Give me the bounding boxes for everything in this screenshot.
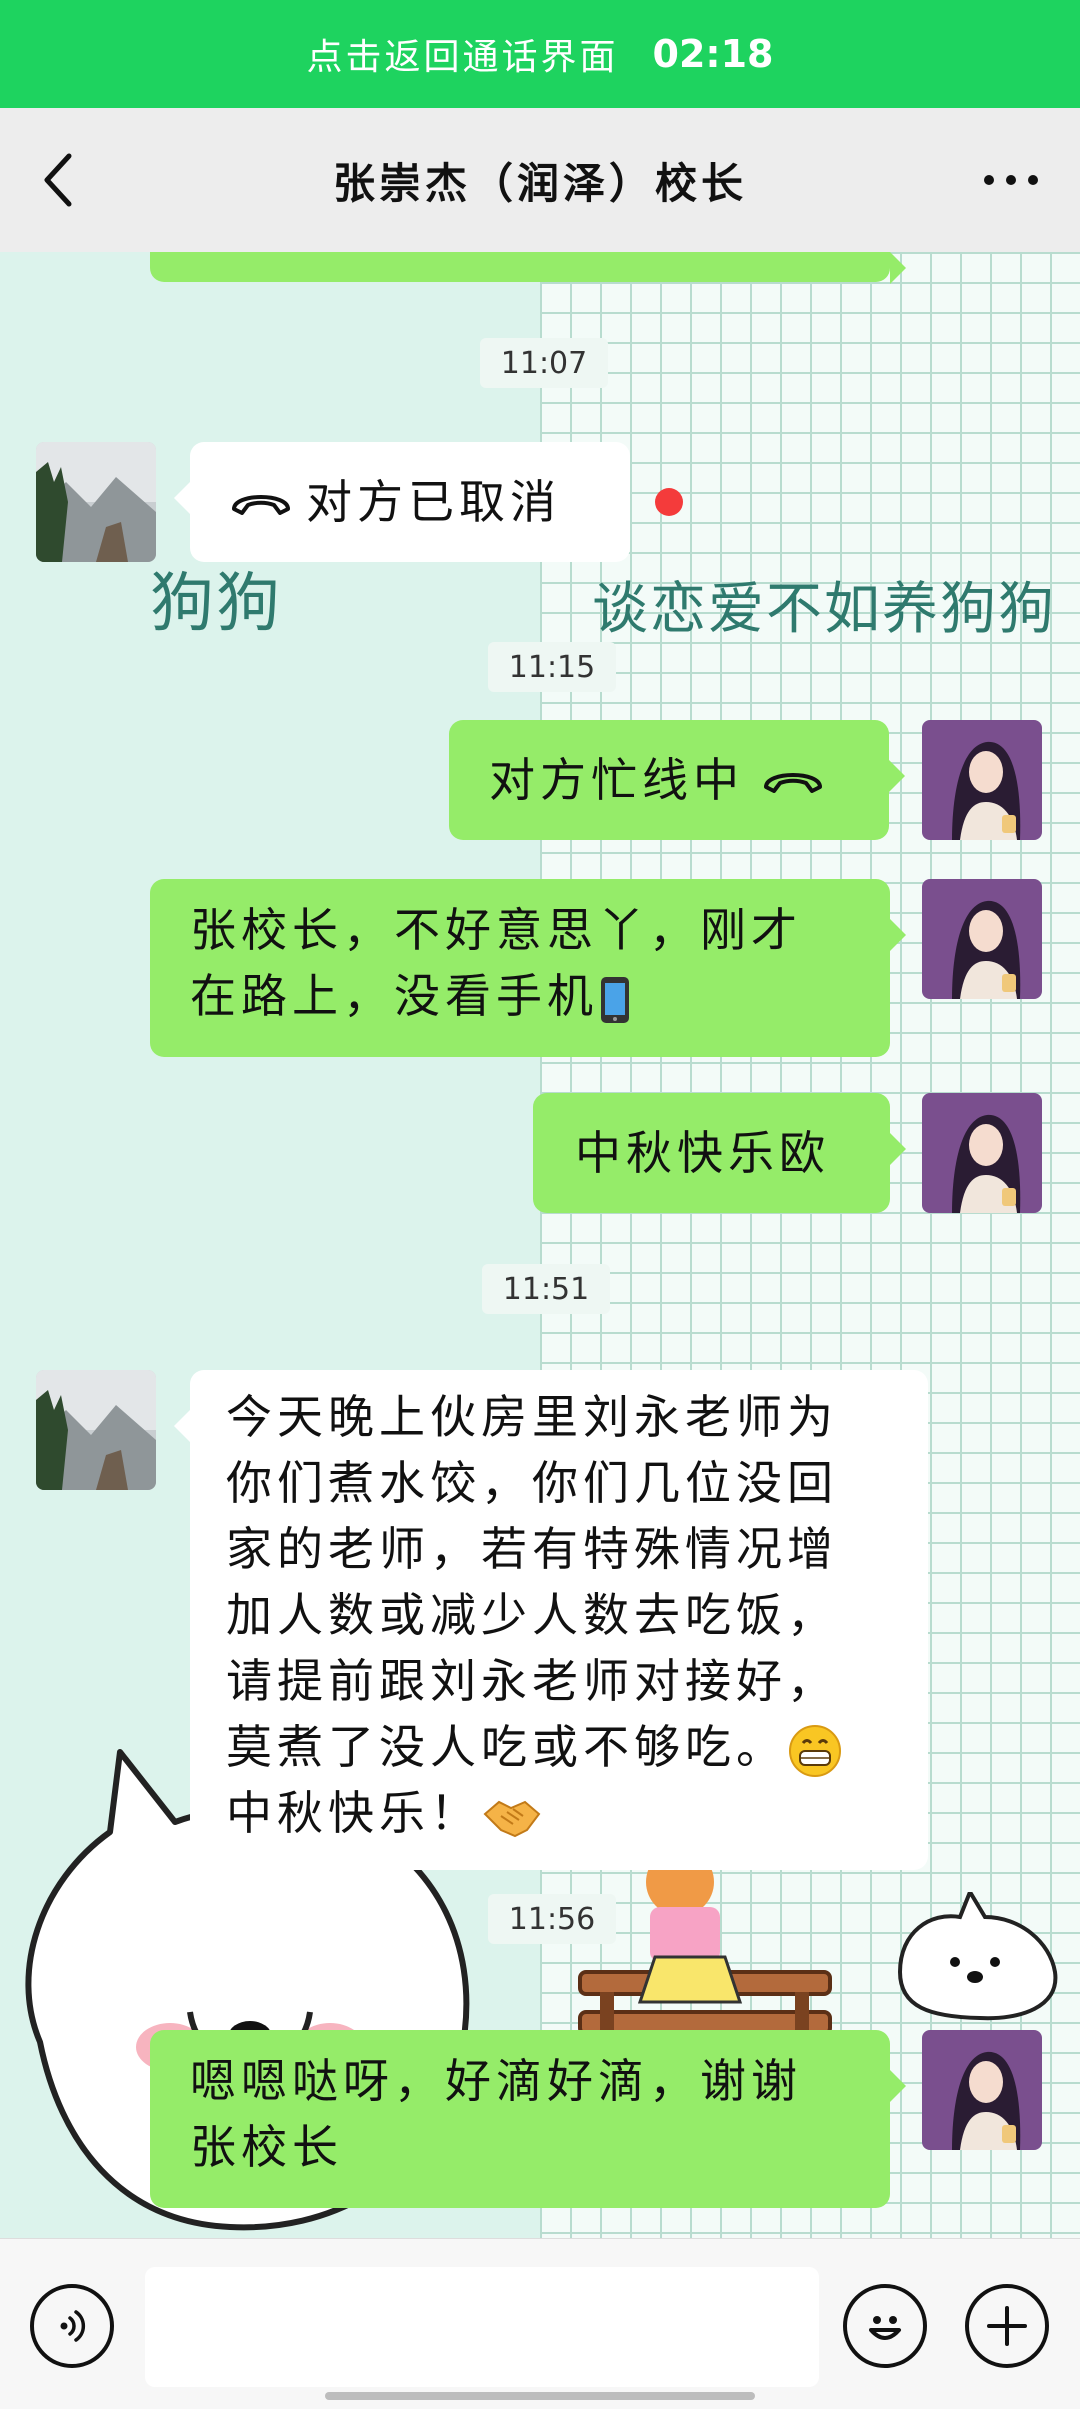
timestamp: 11:56 [488,1894,616,1944]
return-to-call-banner[interactable]: 点击返回通话界面 02:18 [0,0,1080,108]
voice-icon [60,2310,86,2342]
chat-title: 张崇杰（润泽）校长 [332,158,747,208]
thanks-message[interactable]: 嗯嗯哒呀，好滴好滴，谢谢 张校长 [150,2030,906,2208]
phone-hangup-icon [764,773,822,793]
smiley-icon [869,2316,901,2340]
call-cancelled-message[interactable]: 对方已取消 [174,442,630,562]
more-dots-icon [984,175,1038,185]
unread-dot [655,488,683,516]
contact-avatar[interactable] [36,442,156,562]
message-line: 你们煮水饺，你们几位没回 [226,1456,838,1510]
mid-autumn-message[interactable]: 中秋快乐欧 [533,1093,906,1213]
call-busy-text: 对方忙线中 [489,753,744,807]
call-busy-message[interactable]: 对方忙线中 [449,720,905,840]
contact-avatar[interactable] [36,1370,156,1490]
handshake-emoji-icon [483,1800,541,1838]
timestamp: 11:51 [482,1264,610,1314]
message-text: 中秋快乐欧 [575,1126,830,1180]
message-line: 张校长，不好意思丫，刚才 [190,903,802,957]
girl-avatar-image [922,879,1042,999]
message-input-bar [0,2238,1080,2409]
my-avatar[interactable] [922,1093,1042,1213]
message-line: 中秋快乐！ [226,1786,481,1840]
plus-icon [987,2306,1027,2346]
voice-button[interactable] [30,2284,114,2368]
chevron-left-icon [44,153,72,207]
message-line: 莫煮了没人吃或不够吃。 [226,1720,787,1774]
home-indicator[interactable] [325,2392,755,2400]
my-avatar[interactable] [922,2030,1042,2150]
wallpaper-text-right: 谈恋爱不如养狗狗 [592,577,1056,642]
more-functions-button[interactable] [965,2284,1049,2368]
small-dog-illustration [897,1892,1058,2021]
message-line: 请提前跟刘永老师对接好， [226,1654,838,1708]
my-avatar[interactable] [922,879,1042,999]
call-duration: 02:18 [652,32,774,76]
apology-message[interactable]: 张校长，不好意思丫，刚才 在路上，没看手机 [150,879,906,1057]
call-cancelled-text: 对方已取消 [306,475,561,529]
chat-header: 张崇杰（润泽）校长 [0,108,1080,252]
mountain-avatar-image [36,1370,156,1490]
my-avatar[interactable] [922,720,1042,840]
girl-avatar-image [922,1093,1042,1213]
kitchen-notice-message[interactable]: 今天晚上伙房里刘永老师为 你们煮水饺，你们几位没回 家的老师，若有特殊情况增 加… [174,1370,928,1870]
message-bubble-partial[interactable] [150,252,906,284]
mountain-avatar-image [36,442,156,562]
return-to-call-text: 点击返回通话界面 [306,37,619,78]
message-line: 嗯嗯哒呀，好滴好滴，谢谢 [190,2054,802,2108]
wallpaper-text-left: 狗狗 [150,567,282,641]
message-line: 在路上，没看手机 [190,969,598,1023]
message-line: 张校长 [190,2120,343,2174]
more-button[interactable] [966,138,1056,222]
message-input[interactable] [145,2267,819,2387]
message-line: 家的老师，若有特殊情况增 [226,1522,838,1576]
mobile-phone-emoji-icon [601,977,629,1023]
message-list[interactable]: 狗狗 谈恋爱不如养狗狗 11:07 对方已取消 11:15 对方忙线中 张校长，… [0,252,1080,2238]
message-line: 今天晚上伙房里刘永老师为 [226,1390,838,1444]
grinning-face-emoji-icon [789,1725,841,1777]
girl-avatar-image [922,720,1042,840]
phone-hangup-icon [232,495,290,515]
back-button[interactable] [24,138,94,222]
message-line: 加人数或减少人数去吃饭， [226,1588,838,1642]
timestamp: 11:15 [488,642,616,692]
timestamp: 11:07 [480,338,608,388]
emoji-button[interactable] [843,2284,927,2368]
girl-avatar-image [922,2030,1042,2150]
